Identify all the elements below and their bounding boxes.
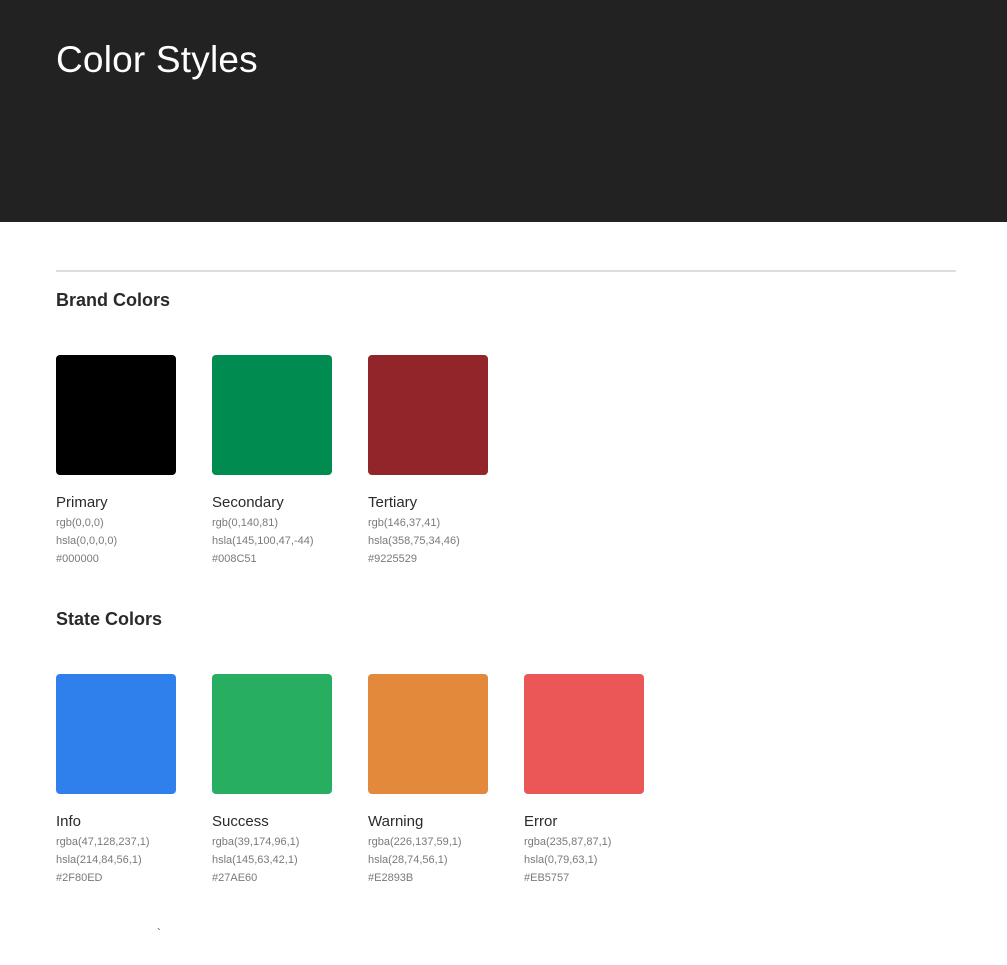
color-hex-value: #27AE60 [212,872,258,884]
color-name: Info [56,813,82,830]
brand-colors-heading: Brand Colors [56,290,171,310]
page-header: Color Styles [0,0,1007,222]
color-card-success[interactable]: Success rgba(39,174,96,1) hsla(145,63,42… [212,674,352,887]
color-swatch-success[interactable] [212,674,332,794]
color-card-secondary[interactable]: Secondary rgb(0,140,81) hsla(145,100,47,… [212,355,352,568]
color-name: Success [212,813,269,830]
color-rgb-value: rgba(47,128,237,1) [56,836,150,848]
color-hsla-value: hsla(145,100,47,-44) [212,535,314,547]
color-hex-value: #E2893B [368,872,414,884]
color-swatch-secondary[interactable] [212,355,332,475]
page-title: Color Styles [56,39,258,80]
color-swatch-tertiary[interactable] [368,355,488,475]
brand-colors-row: Primary rgb(0,0,0) hsla(0,0,0,0) #000000… [56,355,956,585]
color-name: Error [524,813,558,830]
color-hsla-value: hsla(0,79,63,1) [524,854,598,866]
color-hsla-value: hsla(214,84,56,1) [56,854,142,866]
state-colors-heading: State Colors [56,609,163,629]
color-hex-value: #000000 [56,553,99,565]
color-rgb-value: rgba(39,174,96,1) [212,836,300,848]
color-swatch-info[interactable] [56,674,176,794]
color-hex-value: #008C51 [212,553,257,565]
color-name: Warning [368,813,424,830]
color-rgb-value: rgba(226,137,59,1) [368,836,462,848]
color-hsla-value: hsla(145,63,42,1) [212,854,298,866]
color-card-warning[interactable]: Warning rgba(226,137,59,1) hsla(28,74,56… [368,674,508,887]
color-name: Tertiary [368,494,418,511]
color-hsla-value: hsla(28,74,56,1) [368,854,448,866]
stray-tick-mark: ` [157,926,161,940]
color-swatch-warning[interactable] [368,674,488,794]
color-rgb-value: rgb(0,0,0) [56,517,104,529]
color-card-error[interactable]: Error rgba(235,87,87,1) hsla(0,79,63,1) … [524,674,664,887]
color-hex-value: #9225529 [368,553,417,565]
color-rgb-value: rgb(0,140,81) [212,517,279,529]
color-card-primary[interactable]: Primary rgb(0,0,0) hsla(0,0,0,0) #000000 [56,355,196,568]
color-hex-value: #EB5757 [524,872,570,884]
color-hsla-value: hsla(0,0,0,0) [56,535,118,547]
color-swatch-primary[interactable] [56,355,176,475]
state-colors-row: Info rgba(47,128,237,1) hsla(214,84,56,1… [56,674,956,904]
color-name: Primary [56,494,108,511]
color-name: Secondary [212,494,284,511]
section-divider [56,270,956,272]
color-card-tertiary[interactable]: Tertiary rgb(146,37,41) hsla(358,75,34,4… [368,355,508,568]
color-hex-value: #2F80ED [56,872,103,884]
color-rgb-value: rgba(235,87,87,1) [524,836,612,848]
color-card-info[interactable]: Info rgba(47,128,237,1) hsla(214,84,56,1… [56,674,196,887]
color-swatch-error[interactable] [524,674,644,794]
color-hsla-value: hsla(358,75,34,46) [368,535,460,547]
color-rgb-value: rgb(146,37,41) [368,517,441,529]
